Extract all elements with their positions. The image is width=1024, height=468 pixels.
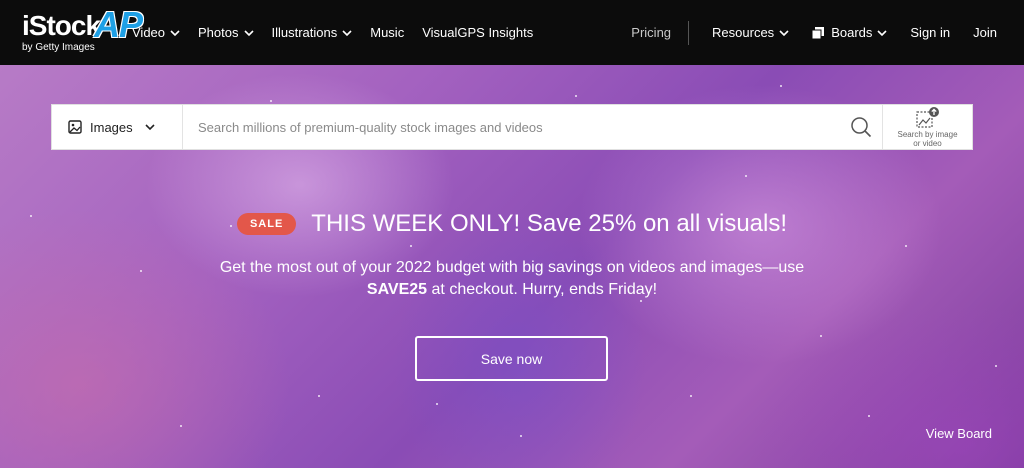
nav-video[interactable]: Video [132,25,180,40]
nav-video-label: Video [132,25,166,40]
chevron-down-icon [342,29,352,36]
chevron-down-icon [170,29,180,36]
save-now-button[interactable]: Save now [415,336,608,381]
sale-badge: SALE [236,213,297,235]
promo-body: Get the most out of your 2022 budget wit… [170,257,854,301]
view-board-link[interactable]: View Board [926,426,992,441]
chevron-down-icon [779,29,789,36]
promo-headline-row: SALE THIS WEEK ONLY! Save 25% on all vis… [0,210,1024,238]
search-by-image-caption-1: Search by image [897,130,958,139]
hero-banner: Images Search by image or video SALE THI… [0,65,1024,468]
image-icon [68,120,82,134]
nav-resources-label: Resources [712,25,775,40]
nav-music[interactable]: Music [370,25,404,40]
search-bar: Images Search by image or video [51,104,973,150]
nav-music-label: Music [370,25,405,40]
search-input[interactable] [183,105,840,149]
board-icon [812,26,825,39]
nav-boards-label: Boards [831,25,873,40]
search-icon [851,117,872,138]
media-type-label: Images [90,119,133,135]
nav-boards[interactable]: Boards [812,25,887,40]
chevron-down-icon [145,124,155,131]
sign-in-link[interactable]: Sign in [910,25,950,40]
join-link[interactable]: Join [973,25,997,40]
top-nav: iStock AP by Getty Images Video Photos I… [0,0,1024,65]
logo-tagline: by Getty Images [22,42,95,53]
secondary-nav: Pricing Resources Boards Sign in Join [608,0,997,65]
nav-divider [688,20,690,45]
media-type-dropdown[interactable]: Images [52,105,183,149]
chevron-down-icon [877,29,887,36]
promo-body-text: Get the most out of your 2022 budget wit… [219,259,805,276]
nav-resources[interactable]: Resources [712,25,789,40]
nav-visualgps-insights[interactable]: VisualGPS Insights [422,25,533,40]
search-by-image-button[interactable]: Search by image or video [882,105,972,149]
nav-photos[interactable]: Photos [198,25,254,40]
promo-headline: THIS WEEK ONLY! Save 25% on all visuals! [311,210,788,237]
nav-illustrations-label: Illustrations [271,25,338,40]
search-by-image-caption-2: or video [913,139,942,148]
nav-visualgps-label: VisualGPS Insights [422,25,534,40]
nav-pricing[interactable]: Pricing [631,25,671,40]
image-upload-icon [915,107,939,128]
chevron-down-icon [243,29,254,36]
promo-body-text-end: at checkout. Hurry, ends Friday! [431,281,658,298]
nav-photos-label: Photos [198,25,239,40]
promo-code: SAVE25 [366,281,428,298]
search-button[interactable] [840,105,882,149]
logo-wordmark: iStock [22,10,101,41]
primary-nav: Video Photos Illustrations Music VisualG… [132,0,551,65]
nav-illustrations[interactable]: Illustrations [272,25,353,40]
